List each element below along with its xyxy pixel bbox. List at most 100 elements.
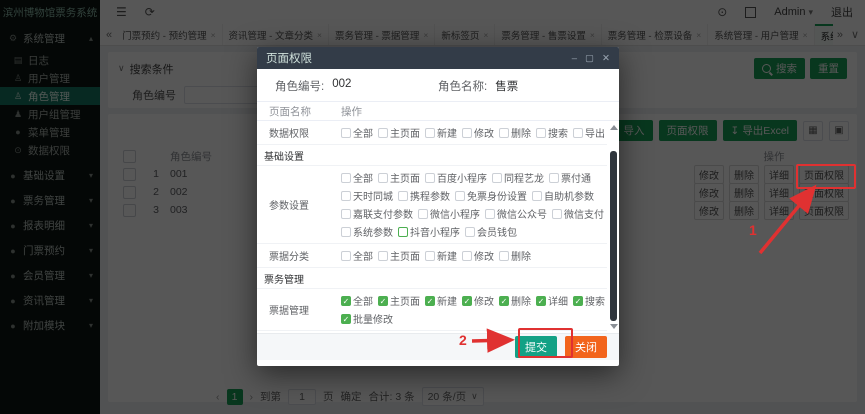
permission-checkbox[interactable]: ✓详细	[536, 293, 568, 308]
permission-checkbox[interactable]: 搜索	[536, 125, 568, 140]
permission-checkbox[interactable]: 抖音小程序	[398, 224, 460, 239]
column-page-name: 页面名称	[257, 104, 341, 119]
permission-page-name: 票据管理	[257, 302, 341, 317]
checkbox-label: 全部	[353, 170, 373, 185]
column-actions: 操作	[341, 104, 362, 119]
permission-checkbox[interactable]: 会员钱包	[465, 224, 517, 239]
role-code-value: 002	[332, 78, 351, 94]
permission-checkbox[interactable]: ✓主页面	[378, 293, 420, 308]
checkbox-icon	[341, 227, 351, 237]
permission-options: ✓全部✓主页面✓新建✓修改✓删除✓详细✓搜索✓批量修改	[341, 292, 607, 327]
permission-checkbox[interactable]: 微信小程序	[418, 206, 480, 221]
permission-table-header: 页面名称 操作	[257, 101, 619, 121]
checkbox-icon: ✓	[378, 296, 388, 306]
permission-checkbox[interactable]: 新建	[425, 248, 457, 263]
permission-checkbox[interactable]: 修改	[462, 248, 494, 263]
checkbox-label: 新建	[437, 125, 457, 140]
permission-checkbox[interactable]: ✓搜索	[573, 293, 605, 308]
permission-checkbox[interactable]: ✓批量修改	[341, 311, 393, 326]
permission-checkbox[interactable]: 导出	[573, 125, 605, 140]
permission-checkbox[interactable]: 全部	[341, 125, 373, 140]
permission-row: 数据权限全部主页面 新建 修改 删除搜索导出	[257, 121, 607, 145]
checkbox-icon	[499, 128, 509, 138]
submit-button[interactable]: 提交	[515, 336, 557, 358]
checkbox-label: 天时同城	[353, 188, 393, 203]
permission-checkbox[interactable]: ✓删除	[499, 293, 531, 308]
modal-footer: 提交 关闭	[257, 333, 619, 360]
checkbox-label: 百度小程序	[437, 170, 487, 185]
checkbox-icon	[425, 128, 435, 138]
permission-checkbox[interactable]: 删除	[499, 248, 531, 263]
checkbox-label: 微信支付	[564, 206, 604, 221]
permission-page-name: 票据分类	[257, 248, 341, 263]
permission-checkbox[interactable]: 票付通	[549, 170, 591, 185]
checkbox-label: 新建	[437, 293, 457, 308]
permission-checkbox[interactable]: 微信公众号	[485, 206, 547, 221]
permission-checkbox[interactable]: 主页面	[378, 125, 420, 140]
checkbox-label: 删除	[511, 248, 531, 263]
checkbox-icon	[378, 251, 388, 261]
checkbox-icon	[552, 209, 562, 219]
permission-checkbox[interactable]: 免票身份设置	[455, 188, 527, 203]
permission-checkbox[interactable]: 全部	[341, 248, 373, 263]
permission-checkbox[interactable]: ✓全部	[341, 293, 373, 308]
permission-options: 全部主页面 新建 修改 删除搜索导出	[341, 124, 607, 141]
scroll-down-icon[interactable]	[610, 324, 618, 329]
scrollbar-thumb[interactable]	[610, 151, 617, 321]
checkbox-label: 修改	[474, 125, 494, 140]
permission-checkbox[interactable]: 自助机参数	[532, 188, 594, 203]
checkbox-label: 免票身份设置	[467, 188, 527, 203]
permission-options: 全部主页面新建修改 删除	[341, 247, 607, 264]
checkbox-icon	[341, 191, 351, 201]
checkbox-label: 主页面	[390, 170, 420, 185]
checkbox-icon: ✓	[573, 296, 583, 306]
scroll-up-icon[interactable]	[610, 125, 618, 130]
checkbox-label: 微信小程序	[430, 206, 480, 221]
close-icon[interactable]: ✕	[602, 53, 610, 64]
permission-checkbox[interactable]: 百度小程序	[425, 170, 487, 185]
permission-checkbox[interactable]: 同程艺龙	[492, 170, 544, 185]
checkbox-label: 删除	[511, 125, 531, 140]
permission-checkbox[interactable]: 新建	[425, 125, 457, 140]
maximize-icon[interactable]: ▢	[585, 53, 594, 64]
close-button[interactable]: 关闭	[565, 336, 607, 358]
permission-checkbox[interactable]: 天时同城	[341, 188, 393, 203]
permission-checkbox[interactable]: 主页面	[378, 248, 420, 263]
checkbox-icon	[425, 251, 435, 261]
modal-scrollbar[interactable]	[609, 123, 618, 331]
checkbox-icon	[425, 173, 435, 183]
permission-checkbox[interactable]: 全部	[341, 170, 373, 185]
checkbox-icon	[485, 209, 495, 219]
app-window: 滨州博物馆票务系统 ⚙系统管理▴▤日志♙用户管理♙角色管理♟用户组管理●菜单管理…	[0, 0, 865, 414]
modal-header: 页面权限 – ▢ ✕	[257, 47, 619, 69]
checkbox-label: 同程艺龙	[504, 170, 544, 185]
minimize-icon[interactable]: –	[572, 53, 577, 64]
checkbox-icon	[492, 173, 502, 183]
permission-checkbox[interactable]: 修改	[462, 125, 494, 140]
checkbox-icon	[462, 128, 472, 138]
permission-page-name: 基础设置	[257, 148, 336, 163]
permission-checkbox[interactable]: 系统参数	[341, 224, 393, 239]
checkbox-icon	[378, 173, 388, 183]
permission-checkbox[interactable]: ✓新建	[425, 293, 457, 308]
checkbox-label: 携程参数	[410, 188, 450, 203]
permission-scroll-area: 数据权限全部主页面新建修改删除搜索导出基础设置参数设置全部主页面百度小程序同程艺…	[257, 121, 619, 333]
modal-role-info: 角色编号: 002 角色名称: 售票	[257, 69, 619, 101]
permission-checkbox[interactable]: 删除	[499, 125, 531, 140]
permission-row: 票据管理✓全部✓主页面✓新建✓修改✓删除✓详细✓搜索✓批量修改	[257, 289, 607, 331]
permission-options: 全部 主页面 百度小程序 同程艺龙票付通天时同城 携程参数 免票身份设置自助机参数嘉联支付…	[341, 169, 607, 240]
checkbox-label: 嘉联支付参数	[353, 206, 413, 221]
permission-checkbox[interactable]: 主页面	[378, 170, 420, 185]
checkbox-label: 全部	[353, 125, 373, 140]
permission-page-name: 数据权限	[257, 125, 341, 140]
checkbox-icon: ✓	[462, 296, 472, 306]
permission-checkbox[interactable]: 微信支付	[552, 206, 604, 221]
permission-checkbox[interactable]: 嘉联支付参数	[341, 206, 413, 221]
checkbox-icon	[549, 173, 559, 183]
permission-row: 售票设置✓全部✓主页面✓新建✓修改✓搜索	[257, 331, 607, 333]
permission-checkbox[interactable]: 携程参数	[398, 188, 450, 203]
checkbox-icon	[341, 251, 351, 261]
checkbox-label: 会员钱包	[477, 224, 517, 239]
permission-checkbox[interactable]: ✓修改	[462, 293, 494, 308]
checkbox-label: 系统参数	[353, 224, 393, 239]
